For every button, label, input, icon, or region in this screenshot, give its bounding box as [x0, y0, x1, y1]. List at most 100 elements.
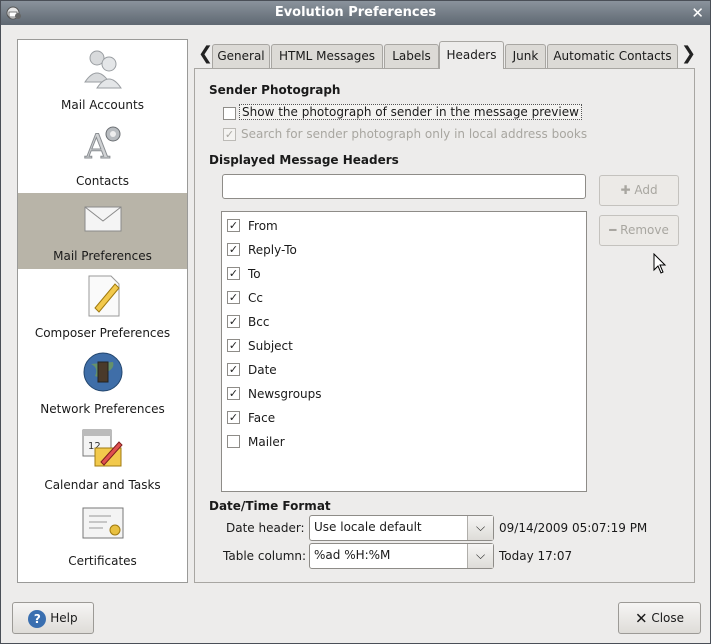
header-checkbox[interactable]: ✓ — [227, 243, 240, 256]
remove-header-label: Remove — [620, 223, 669, 237]
network-icon — [83, 352, 123, 392]
date-header-preview: 09/14/2009 05:07:19 PM — [499, 521, 648, 535]
header-checkbox[interactable]: ✓ — [227, 387, 240, 400]
sidebar-item-contacts[interactable]: A Contacts — [18, 118, 187, 194]
certificates-icon — [82, 507, 124, 539]
header-checkbox[interactable]: ✓ — [227, 411, 240, 424]
displayed-headers-title: Displayed Message Headers — [209, 153, 399, 167]
header-checkbox[interactable]: ✓ — [227, 219, 240, 232]
sidebar-item-certificates[interactable]: Certificates — [18, 498, 187, 574]
header-name: To — [248, 267, 261, 281]
list-item[interactable]: ✓ Date — [222, 360, 586, 382]
header-name: Face — [248, 411, 276, 425]
header-checkbox[interactable]: ✓ — [227, 291, 240, 304]
sidebar-item-label: Mail Preferences — [53, 249, 152, 263]
list-item[interactable]: ✓ Reply-To — [222, 240, 586, 262]
tab-headers[interactable]: Headers — [439, 41, 504, 69]
header-checkbox[interactable]: ✓ — [227, 339, 240, 352]
preferences-sidebar[interactable]: Mail Accounts A Contacts Mail Preference… — [17, 39, 188, 583]
header-checkbox[interactable] — [227, 435, 240, 448]
table-column-value: %ad %H:%M — [314, 548, 391, 562]
sidebar-item-label: Composer Preferences — [34, 326, 171, 340]
tab-automatic-contacts[interactable]: Automatic Contacts — [547, 44, 678, 69]
headers-list[interactable]: ✓ From ✓ Reply-To ✓ To ✓ Cc ✓ Bcc ✓ Subj… — [221, 211, 587, 492]
help-button[interactable]: ? Help — [12, 602, 94, 634]
sidebar-item-mail-preferences[interactable]: Mail Preferences — [18, 193, 187, 269]
composer-icon — [88, 275, 120, 317]
header-checkbox[interactable]: ✓ — [227, 315, 240, 328]
header-name: From — [248, 219, 278, 233]
date-header-label: Date header: — [226, 521, 305, 535]
tab-scroll-left-icon[interactable]: ❮ — [198, 43, 213, 64]
chevron-down-icon[interactable]: ⌵ — [467, 544, 493, 568]
header-name: Newsgroups — [248, 387, 322, 401]
tab-html-messages[interactable]: HTML Messages — [271, 44, 383, 69]
add-header-button[interactable]: ✚ Add — [599, 175, 679, 206]
sidebar-item-label: Contacts — [76, 174, 129, 188]
remove-icon: ━ — [609, 223, 617, 237]
list-item[interactable]: Mailer — [222, 432, 586, 454]
calendar-icon: 12 — [82, 429, 123, 467]
close-button[interactable]: ✕ Close — [618, 602, 701, 634]
header-checkbox[interactable]: ✓ — [227, 363, 240, 376]
header-name: Reply-To — [248, 243, 297, 257]
sidebar-item-composer-preferences[interactable]: Composer Preferences — [18, 270, 187, 346]
list-item[interactable]: ✓ Subject — [222, 336, 586, 358]
mail-preferences-icon — [84, 206, 122, 232]
headers-panel: Sender Photograph Show the photograph of… — [194, 68, 695, 583]
remove-header-button[interactable]: ━ Remove — [599, 215, 679, 246]
header-name-input[interactable] — [222, 174, 586, 199]
sidebar-item-label: Certificates — [68, 554, 137, 568]
add-header-label: Add — [634, 183, 658, 197]
tab-general[interactable]: General — [212, 44, 270, 69]
close-label: Close — [651, 611, 685, 625]
sender-photo-title: Sender Photograph — [209, 83, 341, 97]
header-checkbox[interactable]: ✓ — [227, 267, 240, 280]
header-name: Date — [248, 363, 277, 377]
list-item[interactable]: ✓ Cc — [222, 288, 586, 310]
evolution-app-icon — [6, 6, 21, 20]
table-column-select[interactable]: %ad %H:%M ⌵ — [309, 543, 494, 569]
date-header-value: Use locale default — [314, 520, 422, 534]
sidebar-item-calendar-and-tasks[interactable]: 12 Calendar and Tasks — [18, 422, 187, 498]
tab-labels[interactable]: Labels — [384, 44, 439, 69]
help-label: Help — [50, 611, 78, 625]
mouse-pointer-icon — [653, 253, 667, 274]
header-name: Cc — [248, 291, 263, 305]
header-name: Subject — [248, 339, 293, 353]
table-column-preview: Today 17:07 — [499, 549, 573, 563]
title-bar: Evolution Preferences ✕ — [1, 1, 710, 25]
list-item[interactable]: ✓ Face — [222, 408, 586, 430]
list-item[interactable]: ✓ Newsgroups — [222, 384, 586, 406]
preferences-tabs: ❮ General HTML Messages Labels Headers J… — [194, 41, 696, 69]
header-name: Mailer — [248, 435, 285, 449]
tab-junk[interactable]: Junk — [505, 44, 546, 69]
list-item[interactable]: ✓ To — [222, 264, 586, 286]
tab-scroll-right-icon[interactable]: ❯ — [681, 43, 696, 64]
date-header-select[interactable]: Use locale default ⌵ — [309, 515, 494, 541]
sidebar-item-network-preferences[interactable]: Network Preferences — [18, 346, 187, 422]
add-icon: ✚ — [620, 183, 631, 197]
help-icon: ? — [28, 609, 47, 628]
sidebar-item-label: Mail Accounts — [61, 98, 144, 112]
chevron-down-icon[interactable]: ⌵ — [467, 516, 493, 540]
show-photo-label-text: Show the photograph of sender in the mes… — [239, 104, 582, 120]
mail-accounts-icon — [84, 50, 122, 89]
local-photo-label: Search for sender photograph only in loc… — [241, 127, 588, 141]
local-photo-checkbox: ✓ — [223, 128, 236, 141]
show-photo-checkbox[interactable] — [223, 107, 236, 120]
window-title: Evolution Preferences — [274, 5, 437, 20]
datetime-title: Date/Time Format — [209, 499, 331, 513]
table-column-label: Table column: — [223, 549, 307, 563]
list-item[interactable]: ✓ Bcc — [222, 312, 586, 334]
preferences-window: Evolution Preferences ✕ Mail Accounts A … — [0, 0, 711, 644]
list-item[interactable]: ✓ From — [222, 216, 586, 238]
show-photo-label[interactable]: Show the photograph of sender in the mes… — [239, 104, 582, 120]
header-name: Bcc — [248, 315, 270, 329]
contacts-icon: A — [84, 126, 121, 166]
close-window-icon[interactable]: ✕ — [691, 1, 704, 25]
sidebar-item-label: Network Preferences — [40, 402, 165, 416]
close-icon: ✕ — [634, 609, 648, 628]
sidebar-item-label: Calendar and Tasks — [44, 478, 161, 492]
sidebar-item-mail-accounts[interactable]: Mail Accounts — [18, 42, 187, 118]
